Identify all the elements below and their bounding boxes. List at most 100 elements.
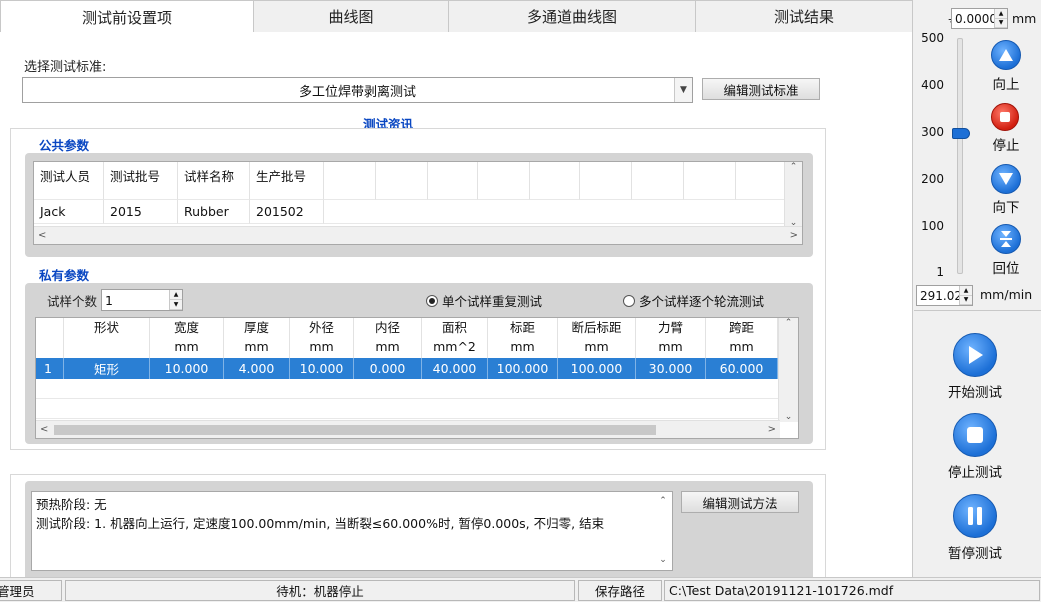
public-params-box: 测试人员 测试批号 试样名称 生产批号 Jack 2015 Rubber 201… (25, 153, 813, 257)
table-header: 厚度 mm (224, 318, 290, 358)
speed-slider-track[interactable] (957, 38, 963, 274)
table-cell[interactable]: 100.000 (488, 358, 558, 379)
scale-tick-label: 400 (921, 78, 944, 92)
horizontal-scrollbar[interactable]: < > (36, 420, 780, 438)
chevron-down-icon[interactable]: ⌄ (659, 551, 667, 570)
radio-multi-sample[interactable]: 多个试样逐个轮流测试 (623, 291, 764, 310)
table-header: 外径 mm (290, 318, 354, 358)
arrow-up-icon[interactable] (991, 40, 1021, 70)
table-cell[interactable]: Rubber (178, 200, 250, 224)
tab-test-results[interactable]: 测试结果 (695, 0, 913, 32)
horizontal-scrollbar[interactable]: < > (34, 226, 802, 244)
radio-single-sample[interactable]: 单个试样重复测试 (426, 291, 542, 310)
sample-count-stepper[interactable]: 1 ▲ ▼ (101, 289, 183, 311)
tab-multi-channel-curve[interactable]: 多通道曲线图 (448, 0, 696, 32)
table-cell[interactable]: 60.000 (706, 358, 778, 379)
chevron-up-icon[interactable]: ⌃ (659, 492, 667, 511)
scale-tick-label: 200 (921, 172, 944, 186)
table-cell[interactable]: 100.000 (558, 358, 636, 379)
standard-selected-value: 多工位焊带剥离测试 (298, 84, 416, 100)
stepper-down-icon[interactable]: ▼ (995, 18, 1007, 28)
tab-curve[interactable]: 曲线图 (253, 0, 449, 32)
table-header: 跨距 mm (706, 318, 778, 358)
speed-input[interactable]: 291.02 ▲ ▼ (916, 285, 973, 306)
test-stage-text: 测试阶段: 1. 机器向上运行, 定速度100.00mm/min, 当断裂≤60… (36, 516, 605, 531)
test-method-text[interactable]: 预热阶段: 无 测试阶段: 1. 机器向上运行, 定速度100.00mm/min… (31, 491, 673, 571)
table-cell[interactable]: 4.000 (224, 358, 290, 379)
arrow-down-icon[interactable] (991, 164, 1021, 194)
public-params-table: 测试人员 测试批号 试样名称 生产批号 Jack 2015 Rubber 201… (33, 161, 803, 245)
table-row-empty (36, 379, 778, 399)
table-cell[interactable]: 40.000 (422, 358, 488, 379)
home-icon[interactable] (991, 224, 1021, 254)
private-params-table: 形状 宽度 mm 厚度 mm 外径 mm 内径 mm 面积 mm^2 标距 mm 断后标距 m… (35, 317, 799, 439)
table-cell[interactable]: 10.000 (290, 358, 354, 379)
scrollbar-thumb[interactable] (54, 425, 656, 435)
table-cell[interactable]: Jack (34, 200, 104, 224)
down-label: 向下 (992, 200, 1020, 216)
jog-input[interactable]: 0.0000 ▲ ▼ (951, 8, 1008, 29)
control-panel: 寸动 0.0000 ▲▼ mm 500 400 300 200 100 1 向上… (914, 0, 1041, 577)
stop-square-icon[interactable] (953, 413, 997, 457)
table-header-empty (684, 162, 736, 200)
edit-test-method-button[interactable]: 编辑测试方法 (681, 491, 799, 513)
table-cell[interactable]: 10.000 (150, 358, 224, 379)
save-path-button[interactable]: 保存路径 (578, 580, 662, 601)
table-header-empty (632, 162, 684, 200)
play-icon[interactable] (953, 333, 997, 377)
stop-icon[interactable] (991, 103, 1019, 131)
scale-tick-label: 100 (921, 219, 944, 233)
chevron-left-icon[interactable]: < (38, 230, 46, 241)
table-row-empty (324, 200, 786, 224)
table-header-empty (478, 162, 530, 200)
stepper-down-icon[interactable]: ▼ (170, 300, 182, 310)
private-params-box: 试样个数 1 ▲ ▼ 单个试样重复测试 多个试样逐个轮流测试 形状 宽度 mm 厚度… (25, 283, 813, 444)
table-header: 测试批号 (104, 162, 178, 200)
standard-select[interactable]: 多工位焊带剥离测试 ▼ (22, 77, 693, 103)
chevron-left-icon[interactable]: < (40, 424, 48, 435)
chevron-down-icon[interactable]: ▼ (674, 78, 692, 102)
table-cell[interactable]: 2015 (104, 200, 178, 224)
table-row[interactable]: 1 矩形 10.000 4.000 10.000 0.000 40.000 10… (36, 358, 778, 379)
chevron-up-icon[interactable]: ⌃ (790, 162, 798, 172)
stepper-up-icon[interactable]: ▲ (170, 290, 182, 300)
table-header: 测试人员 (34, 162, 104, 200)
chevron-down-icon[interactable]: ⌄ (785, 412, 793, 422)
sample-count-label: 试样个数 (47, 294, 98, 309)
stepper-up-icon[interactable]: ▲ (960, 286, 972, 296)
chevron-up-icon[interactable]: ⌃ (785, 318, 793, 328)
table-cell[interactable]: 201502 (250, 200, 324, 224)
stop-label: 停止 (992, 138, 1020, 154)
tab-pre-test-settings[interactable]: 测试前设置项 (0, 0, 254, 33)
radio-unchecked-icon[interactable] (623, 294, 635, 307)
table-cell[interactable]: 矩形 (64, 358, 150, 379)
status-bar: 管理员 待机：机器停止 保存路径 C:\Test Data\20191121-1… (0, 577, 1041, 602)
chevron-right-icon[interactable]: > (790, 230, 798, 241)
table-header: 断后标距 mm (558, 318, 636, 358)
stop-test-label: 停止测试 (948, 465, 1002, 481)
status-user: 管理员 (0, 580, 62, 601)
vertical-scrollbar[interactable]: ⌃ ⌄ (784, 162, 802, 228)
pause-test-label: 暂停测试 (948, 546, 1002, 562)
table-header-empty (580, 162, 632, 200)
table-cell-index[interactable]: 1 (36, 358, 64, 379)
radio-checked-icon[interactable] (426, 294, 438, 307)
stepper-down-icon[interactable]: ▼ (960, 295, 972, 305)
speed-slider-thumb[interactable] (952, 127, 970, 139)
up-label: 向上 (992, 77, 1020, 93)
table-header-empty (428, 162, 478, 200)
vertical-scrollbar[interactable]: ⌃ ⌄ (654, 492, 672, 570)
table-cell[interactable]: 30.000 (636, 358, 706, 379)
scale-tick-label: 300 (921, 125, 944, 139)
table-cell[interactable]: 0.000 (354, 358, 422, 379)
stepper-up-icon[interactable]: ▲ (995, 9, 1007, 19)
pause-icon[interactable] (953, 494, 997, 538)
chevron-right-icon[interactable]: > (768, 424, 776, 435)
edit-standard-button[interactable]: 编辑测试标准 (702, 78, 820, 100)
table-header-empty (376, 162, 428, 200)
table-header: 内径 mm (354, 318, 422, 358)
public-params-title: 公共参数 (39, 138, 90, 153)
table-header: 标距 mm (488, 318, 558, 358)
vertical-scrollbar[interactable]: ⌃ ⌄ (778, 318, 798, 422)
test-info-group: 公共参数 测试人员 测试批号 试样名称 生产批号 Jack 2015 Rubbe… (10, 128, 826, 450)
